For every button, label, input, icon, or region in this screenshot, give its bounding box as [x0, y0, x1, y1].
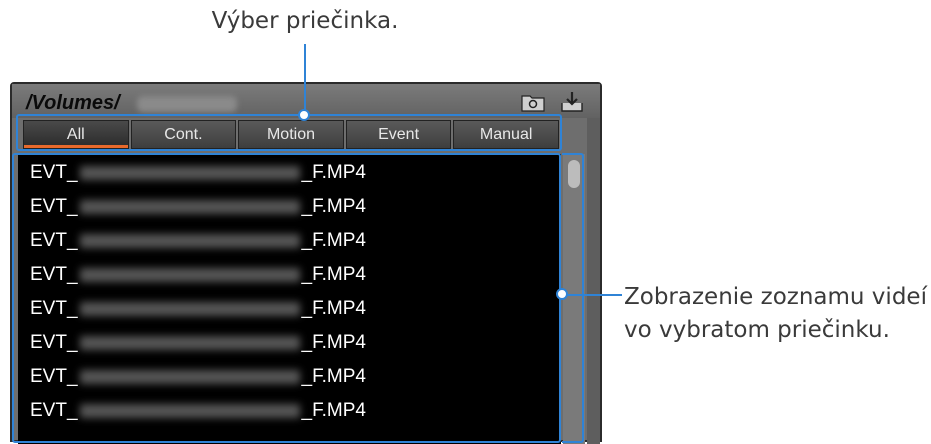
- top-leader-line: [304, 44, 306, 114]
- list-item[interactable]: EVT_ _F.MP4: [30, 360, 366, 394]
- file-list-caption-line2: vo vybratom priečinku.: [624, 317, 890, 343]
- tab-manual[interactable]: Manual: [453, 120, 559, 149]
- file-timestamp-redacted: [79, 335, 300, 350]
- file-timestamp-redacted: [79, 267, 300, 282]
- file-suffix: _F.MP4: [301, 264, 366, 285]
- list-scrollbar[interactable]: [563, 154, 585, 444]
- list-item[interactable]: EVT_ _F.MP4: [30, 156, 366, 190]
- folder-tabs: All Cont. Motion Event Manual: [23, 120, 559, 149]
- list-item[interactable]: EVT_ _F.MP4: [30, 258, 366, 292]
- scrollbar-thumb[interactable]: [568, 160, 580, 188]
- video-file-list: EVT_ _F.MP4 EVT_ _F.MP4 EVT_ _F.MP4 EVT_ _F.…: [18, 154, 561, 444]
- file-suffix: _F.MP4: [301, 332, 366, 353]
- file-timestamp-redacted: [79, 165, 300, 180]
- download-icon[interactable]: [559, 91, 585, 113]
- file-prefix: EVT_: [30, 264, 78, 285]
- file-suffix: _F.MP4: [301, 298, 366, 319]
- right-leader-dot: [556, 288, 568, 300]
- file-prefix: EVT_: [30, 400, 78, 421]
- file-prefix: EVT_: [30, 230, 78, 251]
- file-suffix: _F.MP4: [301, 366, 366, 387]
- tab-cont[interactable]: Cont.: [130, 120, 237, 149]
- file-timestamp-redacted: [79, 301, 300, 316]
- folder-selection-caption: Výber priečinka.: [211, 8, 399, 34]
- list-item[interactable]: EVT_ _F.MP4: [30, 224, 366, 258]
- right-leader-line: [566, 294, 622, 296]
- file-list-caption-line1: Zobrazenie zoznamu videí: [624, 284, 927, 310]
- folder-path-redacted: [137, 96, 237, 112]
- file-suffix: _F.MP4: [301, 162, 366, 183]
- panel-right-strip: [587, 118, 600, 444]
- folder-icon[interactable]: [520, 91, 546, 113]
- file-prefix: EVT_: [30, 298, 78, 319]
- file-prefix: EVT_: [30, 162, 78, 183]
- file-prefix: EVT_: [30, 196, 78, 217]
- file-timestamp-redacted: [79, 233, 300, 248]
- file-prefix: EVT_: [30, 366, 78, 387]
- folder-path: /Volumes/: [26, 92, 120, 114]
- file-timestamp-redacted: [79, 403, 300, 418]
- file-timestamp-redacted: [79, 369, 300, 384]
- file-suffix: _F.MP4: [301, 230, 366, 251]
- file-suffix: _F.MP4: [301, 400, 366, 421]
- tab-all[interactable]: All: [23, 120, 129, 149]
- top-leader-dot: [298, 109, 310, 121]
- file-list-caption: Zobrazenie zoznamu videí vo vybratom pri…: [624, 281, 929, 347]
- list-item[interactable]: EVT_ _F.MP4: [30, 190, 366, 224]
- list-item[interactable]: EVT_ _F.MP4: [30, 394, 366, 428]
- list-item[interactable]: EVT_ _F.MP4: [30, 326, 366, 360]
- list-item[interactable]: EVT_ _F.MP4: [30, 292, 366, 326]
- file-suffix: _F.MP4: [301, 196, 366, 217]
- file-prefix: EVT_: [30, 332, 78, 353]
- file-browser-panel: /Volumes/ All Cont. Motion Event Manual …: [10, 82, 602, 444]
- tab-motion[interactable]: Motion: [238, 120, 344, 149]
- file-timestamp-redacted: [79, 199, 300, 214]
- tab-event[interactable]: Event: [345, 120, 452, 149]
